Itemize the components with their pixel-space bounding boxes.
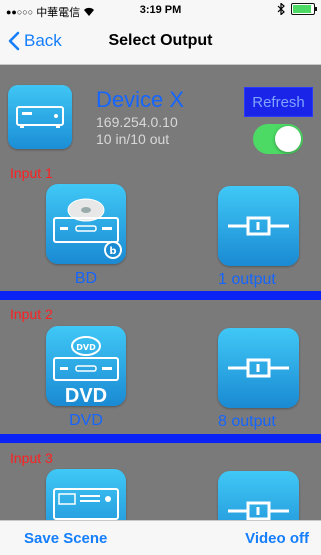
output-icon[interactable] — [218, 471, 299, 520]
output-count-label[interactable]: 1 output — [218, 271, 318, 289]
page-title: Select Output — [108, 32, 213, 49]
bd-player-icon[interactable]: b — [46, 184, 126, 264]
status-right — [277, 3, 317, 15]
battery-icon — [291, 3, 317, 15]
toggle-knob — [275, 126, 301, 152]
output-count-label[interactable]: 8 output — [218, 413, 318, 431]
output-icon[interactable] — [218, 186, 299, 266]
bottom-toolbar: Save Scene Video off — [0, 520, 321, 555]
bluetooth-icon — [277, 3, 285, 15]
dvd-badge-text: DVD — [65, 385, 107, 406]
refresh-button[interactable]: Refresh — [244, 87, 313, 117]
input-label: Input 3 — [10, 450, 53, 466]
save-scene-button[interactable]: Save Scene — [24, 530, 107, 547]
device-name: Device X — [96, 87, 185, 112]
source-label: DVD — [69, 412, 103, 429]
input-label: Input 2 — [10, 306, 53, 322]
input-label: Input 1 — [10, 165, 53, 181]
dvd-player-icon[interactable]: DVD DVD — [46, 326, 126, 407]
status-bar: ●●○○○ 中華電信 3:19 PM — [0, 0, 321, 20]
source-label: BD — [74, 270, 98, 287]
device-header: Device X 169.254.0.10 10 in/10 out Refre… — [0, 65, 321, 160]
section-divider — [0, 434, 321, 443]
output-icon[interactable] — [218, 328, 299, 408]
status-time: 3:19 PM — [139, 4, 182, 16]
device-ip: 169.254.0.10 — [96, 114, 178, 130]
section-divider — [0, 291, 321, 300]
power-toggle[interactable] — [253, 124, 303, 154]
device-io-count: 10 in/10 out — [96, 131, 170, 147]
svg-text:b: b — [109, 246, 116, 257]
svg-text:DVD: DVD — [76, 343, 96, 352]
main-content[interactable]: Device X 169.254.0.10 10 in/10 out Refre… — [0, 65, 321, 520]
video-off-button[interactable]: Video off — [245, 530, 309, 547]
navigation-bar: Back Select Output — [0, 20, 321, 65]
receiver-icon[interactable] — [46, 469, 126, 520]
device-icon — [8, 85, 72, 149]
